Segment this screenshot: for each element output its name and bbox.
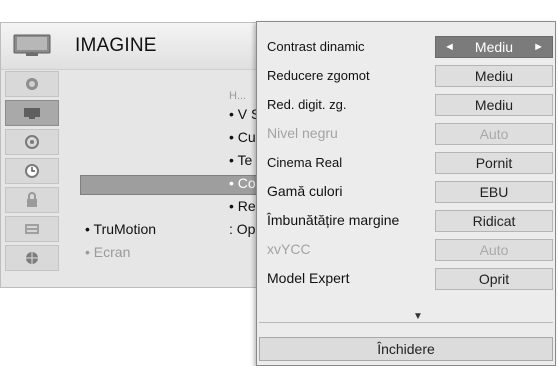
- row-gama-culori[interactable]: Gamă culori EBU: [257, 179, 555, 205]
- menu-item-partial[interactable]: • Re: [229, 198, 256, 214]
- clock-icon[interactable]: [5, 158, 59, 184]
- setting-label: xvYCC: [267, 241, 311, 257]
- setting-label: Cinema Real: [267, 155, 343, 170]
- scroll-down-icon[interactable]: ▼: [413, 311, 423, 322]
- options-icon[interactable]: [5, 216, 59, 242]
- trumotion-value: : Op: [229, 221, 256, 237]
- row-xvycc: xvYCC Auto: [257, 237, 555, 263]
- sound-icon[interactable]: [5, 129, 59, 155]
- lock-icon[interactable]: [5, 187, 59, 213]
- setting-label: Nivel negru: [267, 125, 338, 141]
- setting-value: Auto: [435, 123, 553, 145]
- close-button[interactable]: Închidere: [259, 337, 553, 361]
- menu-item-trumotion[interactable]: • TruMotion: [85, 221, 156, 237]
- setting-label: Gamă culori: [267, 183, 343, 199]
- setting-value[interactable]: Mediu: [435, 94, 553, 116]
- row-nivel-negru: Nivel negru Auto: [257, 121, 555, 147]
- row-cinema-real[interactable]: Cinema Real Pornit: [257, 150, 555, 176]
- picture-menu-title: IMAGINE: [75, 35, 157, 56]
- menu-item-partial[interactable]: • Te: [229, 152, 252, 168]
- screen-icon[interactable]: [5, 100, 59, 126]
- row-model-expert[interactable]: Model Expert Oprit: [257, 266, 555, 292]
- setting-value-selector[interactable]: ◄ Mediu ►: [435, 36, 553, 58]
- setting-label: Red. digit. zg.: [267, 97, 347, 112]
- arrow-left-icon[interactable]: ◄: [444, 37, 455, 57]
- row-imbunatatire-margine[interactable]: Îmbunătățire margine Ridicat: [257, 208, 555, 234]
- picture-options-popup: Contrast dinamic ◄ Mediu ► Reducere zgom…: [256, 21, 556, 366]
- picture-icon[interactable]: [5, 71, 59, 97]
- row-contrast-dinamic[interactable]: Contrast dinamic ◄ Mediu ►: [257, 34, 555, 60]
- setting-label: Reducere zgomot: [267, 68, 370, 83]
- row-red-digit-zg[interactable]: Red. digit. zg. Mediu: [257, 92, 555, 118]
- network-icon[interactable]: [5, 245, 59, 271]
- arrow-right-icon[interactable]: ►: [533, 37, 544, 57]
- setting-value[interactable]: Mediu: [435, 65, 553, 87]
- setting-value[interactable]: Ridicat: [435, 210, 553, 232]
- row-reducere-zgomot[interactable]: Reducere zgomot Mediu: [257, 63, 555, 89]
- setting-value: Auto: [435, 239, 553, 261]
- menu-item-partial-selected[interactable]: • Co: [229, 175, 256, 191]
- setting-value[interactable]: EBU: [435, 181, 553, 203]
- setting-value[interactable]: Oprit: [435, 268, 553, 290]
- menu-item-partial[interactable]: • Cu: [229, 129, 256, 145]
- setting-value[interactable]: Pornit: [435, 152, 553, 174]
- setting-value: Mediu: [474, 39, 514, 55]
- settings-sidebar: [3, 71, 61, 274]
- menu-item-ecran[interactable]: • Ecran: [85, 244, 130, 260]
- menu-item-partial[interactable]: H...: [229, 90, 246, 102]
- tv-icon: [13, 34, 51, 56]
- setting-label: Model Expert: [267, 270, 350, 286]
- setting-label: Îmbunătățire margine: [267, 212, 400, 228]
- setting-label: Contrast dinamic: [267, 39, 365, 54]
- divider: [259, 322, 553, 323]
